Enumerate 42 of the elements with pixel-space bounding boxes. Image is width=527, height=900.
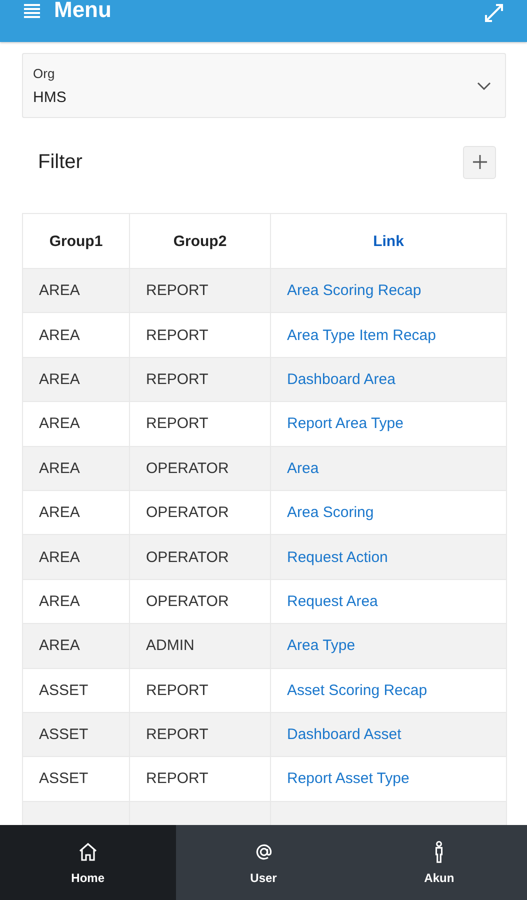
table-cell: AREA: [22, 312, 130, 358]
menu-link[interactable]: Asset Scoring Recap: [270, 668, 506, 712]
table-cell: AREA: [22, 268, 130, 313]
table-cell: REPORT: [130, 402, 270, 446]
table-cell: ASSET: [22, 668, 130, 712]
person-icon: [435, 840, 444, 862]
menu-link[interactable]: Area Type: [270, 624, 506, 668]
table-cell: AREA: [22, 534, 130, 580]
home-icon: [76, 840, 99, 862]
menu-link[interactable]: Area: [270, 446, 506, 490]
menu-link[interactable]: Area Scoring Recap: [270, 268, 506, 313]
menu-link[interactable]: Report Area Type: [270, 402, 506, 446]
menu-link[interactable]: Dashboard Area: [270, 357, 506, 402]
page-title: Menu: [54, 0, 112, 23]
menu-link[interactable]: Request Action: [270, 534, 506, 580]
table-cell: OPERATOR: [130, 446, 270, 490]
column-header: Group1: [22, 214, 130, 268]
org-select[interactable]: Org HMS: [22, 53, 506, 118]
table-cell: REPORT: [130, 357, 270, 402]
table-cell: REPORT: [130, 712, 270, 757]
table-cell: AREA: [22, 624, 130, 668]
nav-tab[interactable]: Home: [0, 825, 176, 900]
table-cell: AREA: [22, 357, 130, 402]
expand-icon[interactable]: [483, 2, 505, 24]
table-cell: REPORT: [130, 312, 270, 358]
table-cell: REPORT: [130, 668, 270, 712]
table-cell: ADMIN: [130, 624, 270, 668]
table-cell: AREA: [22, 446, 130, 490]
table-cell: OPERATOR: [130, 534, 270, 580]
table-cell: ASSET: [22, 712, 130, 757]
table-cell: REPORT: [130, 268, 270, 313]
table-cell: ASSET: [22, 756, 130, 802]
chevron-down-icon: [477, 82, 491, 90]
menu-icon[interactable]: [22, 2, 42, 20]
menu-link[interactable]: Report Asset Type: [270, 756, 506, 802]
table-cell: AREA: [22, 402, 130, 446]
add-filter-button[interactable]: [463, 146, 496, 178]
menu-link[interactable]: Dashboard Asset: [270, 712, 506, 757]
plus-icon: [472, 155, 486, 169]
menu-link[interactable]: Area Type Item Recap: [270, 312, 506, 358]
filter-title: Filter: [38, 150, 82, 174]
table-cell: REPORT: [130, 756, 270, 802]
